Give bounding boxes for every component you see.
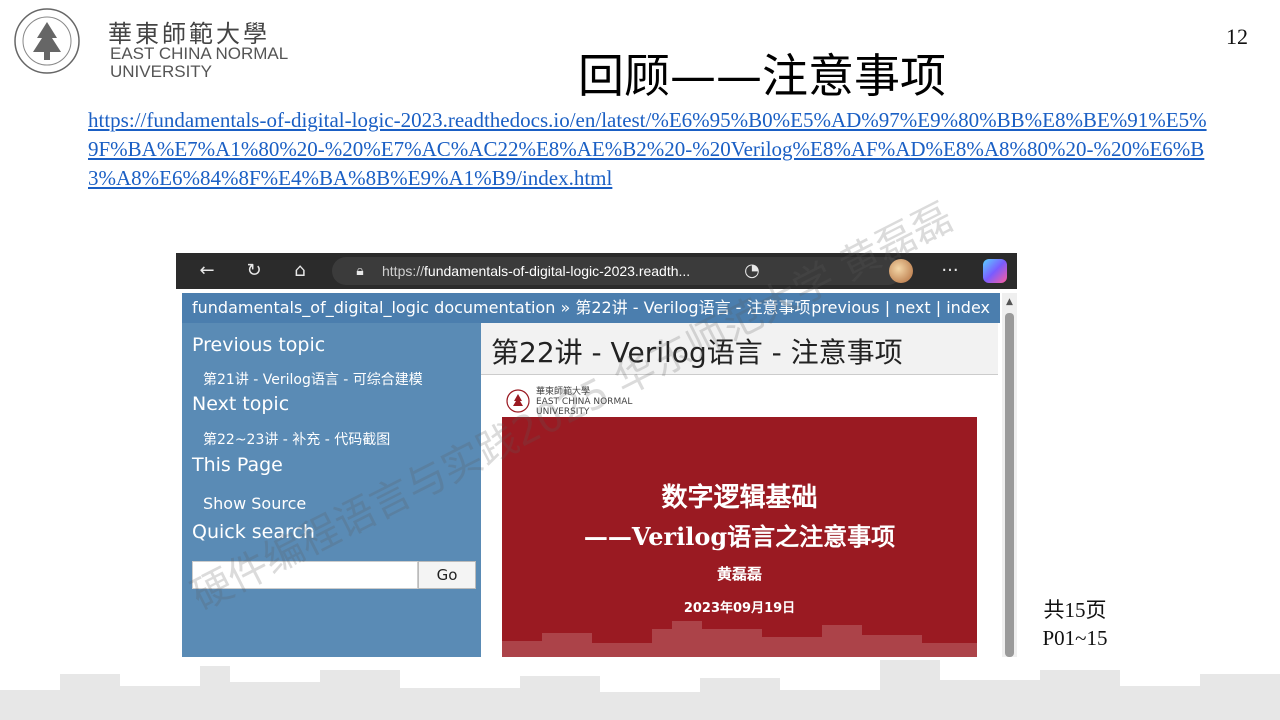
address-bar-url: https://fundamentals-of-digital-logic-20… [382, 263, 691, 279]
address-bar[interactable]: 🔒︎ https://fundamentals-of-digital-logic… [332, 257, 902, 285]
cover-subtitle: ——Verilog语言之注意事项 [583, 522, 896, 551]
quick-search-heading: Quick search [192, 521, 315, 543]
doc-content: 第22讲 - Verilog语言 - 注意事项 華東師範大學 EAST CHIN… [481, 323, 998, 657]
site-info-icon[interactable]: 🔒︎ [349, 260, 371, 282]
university-seal-icon [14, 8, 80, 74]
university-name-en-line2: UNIVERSITY [110, 62, 213, 81]
lecture-cover-slide: 数字逻辑基础 ——Verilog语言之注意事项 黄磊磊 2023年09月19日 [502, 417, 977, 657]
next-link[interactable]: next [895, 298, 930, 317]
docs-url-link[interactable]: https://fundamentals-of-digital-logic-20… [88, 106, 1208, 193]
this-page-heading: This Page [192, 454, 283, 476]
cover-university-name: 華東師範大學 EAST CHINA NORMAL UNIVERSITY [536, 387, 633, 417]
cover-university-seal-icon [506, 389, 530, 413]
quick-search-input[interactable] [192, 561, 418, 589]
go-button[interactable]: Go [418, 561, 476, 589]
index-link[interactable]: index [946, 298, 990, 317]
total-pages: 共15页 [1043, 598, 1107, 622]
show-source-link[interactable]: Show Source [203, 494, 306, 513]
doc-sidebar: Previous topic 第21讲 - Verilog语言 - 可综合建模 … [182, 323, 481, 657]
edge-icon[interactable]: ◔ [741, 260, 763, 282]
slide-title: 回顾——注意事项 [578, 49, 946, 103]
browser-screenshot: ← ↻ ⌂ 🔒︎ https://fundamentals-of-digital… [176, 253, 1017, 657]
previous-topic-link[interactable]: 第21讲 - Verilog语言 - 可综合建模 [203, 369, 423, 389]
university-name-en-line1: EAST CHINA NORMAL [110, 44, 289, 63]
browser-toolbar: ← ↻ ⌂ 🔒︎ https://fundamentals-of-digital… [176, 253, 1017, 289]
scroll-up-arrow-icon[interactable]: ▲ [1005, 297, 1014, 307]
doc-page-title: 第22讲 - Verilog语言 - 注意事项 [491, 336, 903, 369]
doc-nav-links: previous | next | index [811, 298, 990, 317]
cover-author: 黄磊磊 [716, 565, 762, 583]
doc-related-bar: fundamentals_of_digital_logic documentat… [182, 293, 1000, 323]
more-options-icon[interactable]: ··· [939, 260, 961, 282]
next-topic-heading: Next topic [192, 393, 290, 415]
campus-background-silhouette [0, 660, 1280, 720]
previous-topic-heading: Previous topic [192, 334, 326, 356]
profile-avatar[interactable] [889, 259, 913, 283]
home-icon[interactable]: ⌂ [289, 260, 311, 282]
refresh-icon[interactable]: ↻ [243, 260, 265, 282]
breadcrumb[interactable]: fundamentals_of_digital_logic documentat… [192, 293, 811, 323]
back-arrow-icon[interactable]: ← [196, 260, 218, 282]
doc-page-title-bar: 第22讲 - Verilog语言 - 注意事项 [481, 323, 998, 375]
cover-title: 数字逻辑基础 [661, 483, 818, 513]
scrollbar-thumb[interactable] [1005, 313, 1014, 657]
previous-link[interactable]: previous [811, 298, 879, 317]
next-topic-link[interactable]: 第22~23讲 - 补充 - 代码截图 [203, 429, 390, 449]
page-scrollbar[interactable]: ▲ [1002, 293, 1017, 657]
page-number: 12 [1226, 24, 1248, 49]
copilot-icon[interactable] [983, 259, 1007, 283]
university-logo: 華東師範大學 EAST CHINA NORMAL UNIVERSITY [12, 6, 292, 82]
